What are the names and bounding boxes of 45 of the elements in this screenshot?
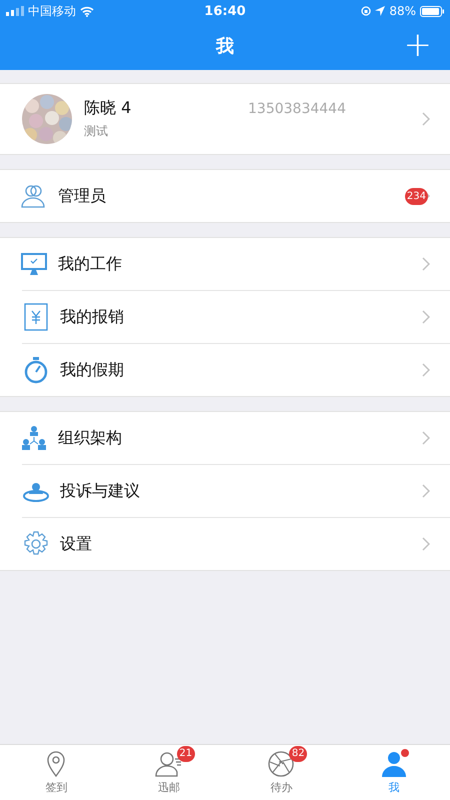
yuan-icon	[22, 303, 50, 331]
location-arrow-icon	[375, 6, 386, 16]
menu-item[interactable]: 我的报销	[22, 290, 450, 343]
user-name: 陈晓 4	[84, 98, 132, 119]
count-badge: 82	[289, 746, 308, 762]
menu-item-label: 我的假期	[60, 360, 124, 380]
chevron-icon	[422, 257, 430, 271]
signal-icon	[6, 6, 24, 16]
menu-item-label: 设置	[60, 534, 92, 554]
page-title: 我	[216, 35, 234, 58]
menu-item[interactable]: 我的假期	[22, 343, 450, 396]
battery-percent: 88%	[389, 4, 416, 18]
tab[interactable]: 21 迅邮	[112, 745, 225, 800]
count-badge: 21	[176, 746, 195, 762]
user-subtitle: 测试	[84, 123, 109, 140]
chevron-icon	[422, 484, 430, 498]
battery-icon	[420, 6, 444, 16]
menu-item-label: 管理员	[58, 186, 106, 206]
monitor-icon	[20, 250, 48, 278]
count-badge: 234	[404, 188, 428, 204]
person-icon	[380, 750, 408, 778]
menu-item-label: 组织架构	[58, 428, 122, 448]
chevron-icon	[422, 112, 430, 126]
org-chart-icon	[20, 424, 48, 452]
tab[interactable]: 签到	[0, 745, 112, 800]
wifi-icon	[80, 6, 94, 16]
phone-number: 13503834444	[248, 101, 347, 117]
clock: 16:40	[204, 4, 246, 18]
chevron-icon	[422, 310, 430, 324]
menu-item[interactable]: 投诉与建议	[22, 464, 450, 517]
menu-item[interactable]: 组织架构	[0, 412, 450, 464]
tab[interactable]: 82 待办	[225, 745, 338, 800]
menu-item[interactable]: 管理员 234	[0, 170, 450, 222]
carrier-name: 中国移动	[28, 2, 76, 20]
menu-item-label: 我的工作	[58, 254, 122, 274]
menu-item[interactable]: 我的工作	[0, 238, 450, 290]
profile-row[interactable]: 陈晓 4 测试 13503834444	[0, 83, 450, 155]
chevron-icon	[422, 537, 430, 551]
menu-item-label: 投诉与建议	[60, 480, 140, 502]
menu-item[interactable]: 设置	[22, 517, 450, 570]
stopwatch-icon	[22, 356, 50, 384]
rotation-lock-icon	[361, 6, 372, 16]
chevron-icon	[422, 363, 430, 377]
chevron-icon	[422, 431, 430, 445]
menu-item-label: 我的报销	[60, 306, 124, 328]
